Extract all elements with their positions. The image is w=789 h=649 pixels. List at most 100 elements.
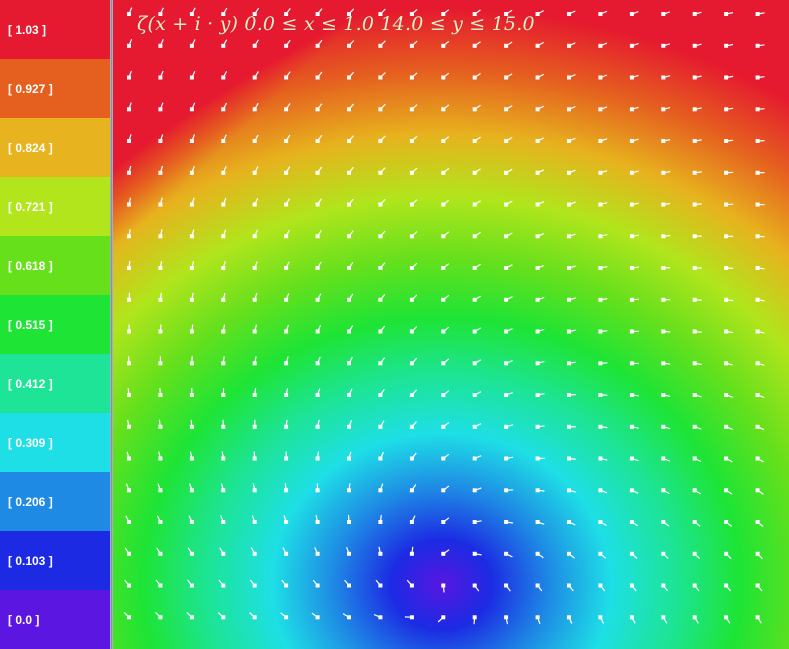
- vector-glyph: [598, 583, 606, 592]
- vector-glyph: [567, 361, 576, 366]
- vector-glyph: [472, 423, 482, 429]
- vector-glyph: [378, 135, 386, 143]
- vector-glyph: [441, 390, 450, 397]
- vector-glyph: [661, 266, 671, 270]
- vector-glyph: [315, 356, 321, 366]
- vector-glyph: [629, 488, 639, 494]
- vector-glyph: [692, 329, 702, 334]
- vector-glyph: [189, 356, 194, 366]
- vector-glyph: [535, 328, 545, 334]
- vector-glyph: [189, 197, 195, 207]
- vector-glyph: [724, 202, 734, 207]
- vector-glyph: [315, 388, 321, 397]
- legend-item-0-618: [ 0.618 ]: [0, 236, 110, 295]
- vector-glyph: [252, 102, 259, 112]
- vector-glyph: [535, 41, 544, 48]
- vector-glyph: [629, 202, 639, 207]
- vector-glyph: [378, 262, 386, 270]
- vector-glyph: [187, 579, 194, 588]
- vector-glyph: [535, 10, 544, 16]
- vector-glyph: [692, 170, 702, 175]
- vector-glyph: [692, 583, 700, 592]
- vector-glyph: [378, 198, 386, 207]
- vector-glyph: [755, 297, 765, 302]
- vector-glyph: [535, 296, 545, 302]
- vector-glyph: [755, 424, 765, 431]
- vector-glyph: [315, 324, 322, 334]
- vector-glyph: [221, 134, 227, 143]
- vector-glyph: [629, 329, 639, 334]
- vector-glyph: [441, 326, 450, 334]
- vector-glyph: [661, 456, 671, 462]
- vector-glyph: [189, 70, 196, 80]
- vector-glyph: [629, 393, 639, 397]
- vector-glyph: [315, 451, 320, 461]
- vector-glyph: [598, 170, 608, 175]
- vector-glyph: [724, 329, 734, 334]
- vector-glyph: [378, 167, 386, 175]
- vector-glyph: [378, 230, 386, 239]
- vector-glyph: [441, 485, 450, 493]
- vector-glyph: [535, 73, 545, 80]
- vector-glyph: [692, 234, 702, 239]
- vector-glyph: [127, 70, 132, 80]
- vector-glyph: [127, 197, 132, 207]
- vector-glyph: [158, 387, 163, 397]
- legend-item-1-03: [ 1.03 ]: [0, 0, 110, 59]
- vector-glyph: [567, 551, 575, 559]
- vector-glyph: [535, 105, 545, 112]
- vector-glyph: [755, 12, 765, 16]
- vector-glyph: [504, 200, 513, 207]
- vector-glyph: [535, 264, 545, 270]
- vector-glyph: [441, 422, 450, 429]
- vector-glyph: [221, 356, 226, 366]
- vector-glyph: [158, 39, 164, 48]
- vector-glyph: [284, 356, 289, 366]
- vector-glyph: [221, 451, 226, 461]
- vector-glyph: [123, 611, 131, 620]
- vector-glyph: [567, 615, 573, 624]
- vector-glyph: [189, 39, 196, 48]
- vector-glyph: [472, 327, 482, 334]
- vector-glyph: [378, 388, 385, 397]
- legend-item-0-824: [ 0.824 ]: [0, 118, 110, 177]
- vector-glyph: [504, 551, 513, 558]
- vector-glyph: [535, 169, 545, 175]
- vector-glyph: [724, 424, 733, 430]
- vector-glyph: [504, 232, 513, 239]
- vector-glyph: [312, 579, 320, 588]
- vector-glyph: [347, 261, 354, 270]
- vector-glyph: [284, 293, 290, 302]
- vector-glyph: [284, 388, 289, 397]
- vector-glyph: [221, 71, 228, 80]
- vector-glyph: [598, 138, 608, 143]
- vector-glyph: [127, 7, 133, 16]
- vector-glyph: [409, 389, 418, 397]
- vector-glyph: [378, 325, 386, 334]
- vector-glyph: [472, 168, 481, 175]
- vector-glyph: [629, 42, 639, 48]
- vector-glyph: [598, 520, 607, 527]
- vector-glyph: [189, 324, 194, 334]
- vector-glyph: [127, 324, 131, 334]
- vector-glyph: [189, 102, 196, 112]
- vector-glyph: [124, 547, 131, 556]
- complex-function-plot[interactable]: ζ(x + i · y) 0.0 ≤ x ≤ 1.0 14.0 ≤ y ≤ 15…: [113, 0, 789, 649]
- vector-glyph: [692, 456, 702, 463]
- legend-item-0-927: [ 0.927 ]: [0, 59, 110, 118]
- vector-glyph: [315, 198, 322, 207]
- vector-glyph: [189, 483, 194, 493]
- vector-glyph: [158, 324, 163, 334]
- vector-glyph: [724, 12, 734, 16]
- vector-glyph: [724, 170, 734, 175]
- vector-glyph: [629, 520, 639, 527]
- vector-glyph: [567, 456, 576, 461]
- vector-glyph: [158, 197, 163, 207]
- vector-glyph: [629, 297, 639, 302]
- vector-glyph: [409, 546, 414, 556]
- vector-glyph: [692, 424, 702, 430]
- vector-glyph: [284, 71, 291, 80]
- vector-glyph: [189, 387, 194, 397]
- vector-glyph: [629, 456, 639, 462]
- vector-glyph: [347, 325, 354, 334]
